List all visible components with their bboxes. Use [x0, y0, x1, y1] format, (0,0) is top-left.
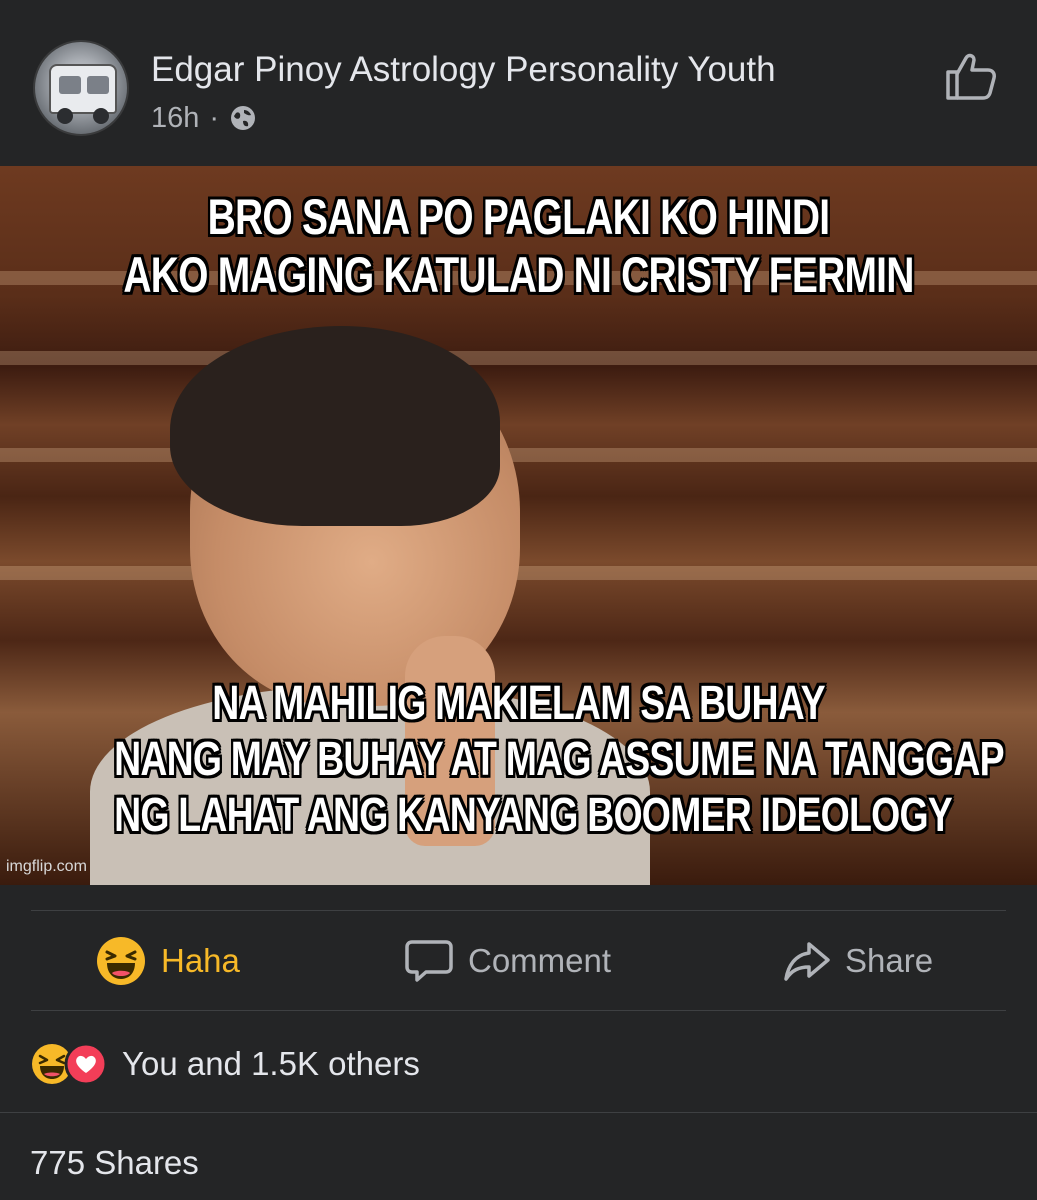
boy-hair [170, 326, 500, 526]
post-header: Edgar Pinoy Astrology Personality Youth … [0, 0, 1037, 166]
pew-highlight [0, 448, 1037, 462]
meme-caption-bottom: NA MAHILIG MAKIELAM SA BUHAY NANG MAY BU… [114, 676, 1004, 844]
meta-separator: · [209, 102, 220, 134]
caption-line: BRO SANA PO PAGLAKI KO HINDI [207, 189, 830, 245]
post-meta: 16h · [151, 100, 257, 136]
reaction-icons [30, 1042, 108, 1086]
share-arrow-icon [784, 941, 830, 981]
globe-icon [231, 106, 256, 130]
page-name[interactable]: Edgar Pinoy Astrology Personality Youth [151, 50, 776, 90]
imgflip-watermark: imgflip.com [6, 858, 87, 875]
share-label: Share [845, 941, 934, 979]
reaction-count: You and 1.5K others [122, 1045, 420, 1082]
divider [31, 910, 1006, 911]
comment-button[interactable]: Comment [404, 912, 611, 1009]
wheel-icon [57, 108, 73, 124]
caption-line: NA MAHILIG MAKIELAM SA BUHAY [212, 677, 825, 730]
meme-caption-top: BRO SANA PO PAGLAKI KO HINDI AKO MAGING … [114, 188, 923, 304]
meme-image[interactable]: BRO SANA PO PAGLAKI KO HINDI AKO MAGING … [0, 166, 1037, 885]
reaction-summary[interactable]: You and 1.5K others [30, 1040, 420, 1088]
caption-line: AKO MAGING KATULAD NI CRISTY FERMIN [123, 247, 914, 303]
caption-line: NG LAHAT ANG KANYANG BOOMER IDEOLOGY [114, 789, 953, 842]
post-time[interactable]: 16h [151, 100, 199, 136]
comment-bubble-icon [405, 939, 453, 982]
haha-reaction-icon [97, 936, 145, 985]
thumbs-up-outline-icon[interactable] [944, 50, 998, 102]
wheel-icon [93, 108, 109, 124]
jeepney-icon [49, 64, 117, 114]
love-reaction-icon [64, 1042, 108, 1086]
caption-line: NANG MAY BUHAY AT MAG ASSUME NA TANGGAP [114, 733, 1004, 786]
pew-highlight [0, 351, 1037, 365]
post-actions: Haha Comment Share [0, 912, 1037, 1009]
share-count[interactable]: 775 Shares [30, 1144, 199, 1182]
haha-label: Haha [161, 941, 240, 979]
divider [0, 1112, 1037, 1113]
haha-button[interactable]: Haha [95, 912, 240, 1009]
page-avatar[interactable] [33, 40, 129, 136]
comment-label: Comment [468, 941, 612, 979]
share-button[interactable]: Share [783, 912, 933, 1009]
divider [31, 1010, 1006, 1011]
